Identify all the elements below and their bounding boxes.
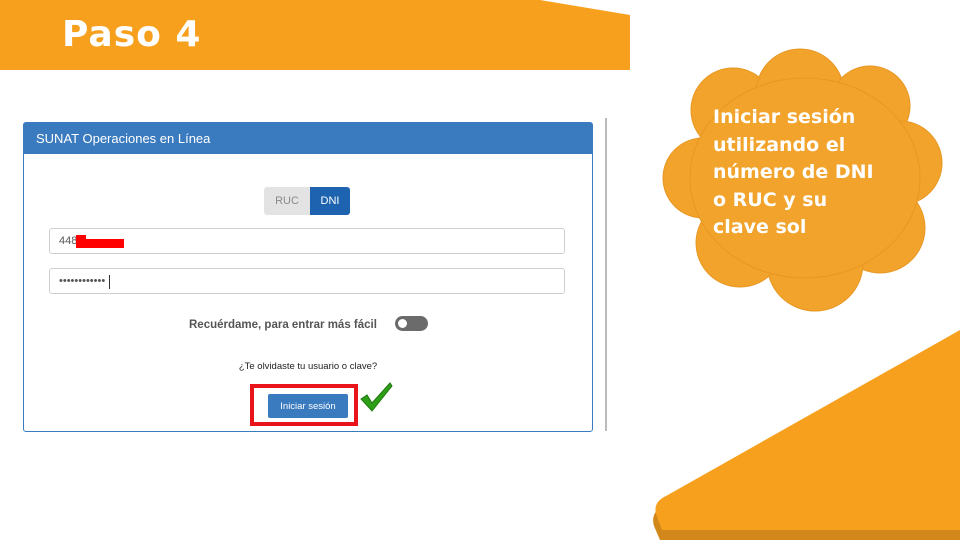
corner-wedge [653, 330, 960, 540]
green-check-icon [360, 382, 393, 412]
login-button[interactable]: Iniciar sesión [268, 394, 348, 418]
toggle-knob [398, 319, 407, 328]
slide-title: Paso 4 [62, 14, 202, 55]
remember-me-toggle[interactable] [395, 316, 428, 331]
panel-header: SUNAT Operaciones en Línea [24, 123, 592, 154]
text-caret [109, 275, 110, 289]
forgot-credentials-link[interactable]: ¿Te olvidaste tu usuario o clave? [24, 361, 592, 372]
ruc-tab-button[interactable]: RUC [264, 187, 310, 215]
vertical-divider [605, 118, 607, 431]
remember-me-label: Recuérdame, para entrar más fácil [189, 319, 377, 331]
username-input[interactable] [49, 228, 565, 254]
doc-type-toggle: RUC DNI [264, 187, 350, 215]
sunat-login-panel: SUNAT Operaciones en Línea RUC DNI Recué… [23, 122, 593, 432]
redaction-mark [76, 235, 86, 241]
dni-tab-button[interactable]: DNI [310, 187, 350, 215]
callout-text: Iniciar sesión utilizando el número de D… [713, 106, 874, 238]
password-input[interactable] [49, 268, 565, 294]
